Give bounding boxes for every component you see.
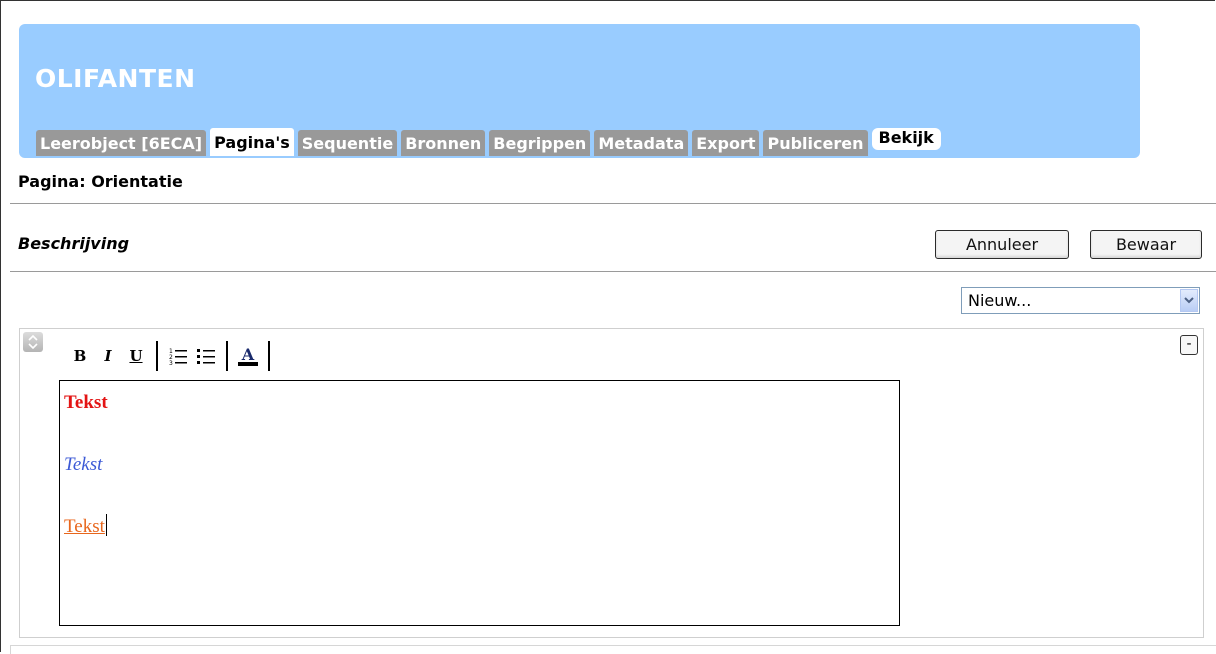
bold-icon[interactable]: B (66, 343, 94, 369)
text-line-underline: Tekst (64, 516, 105, 537)
rich-text-area[interactable]: Tekst Tekst Tekst (59, 380, 900, 626)
header-banner: OLIFANTEN Leerobject [6ECA] Pagina's Seq… (19, 24, 1140, 158)
divider (10, 203, 1216, 204)
svg-text:3: 3 (169, 360, 173, 365)
section-title: Beschrijving (18, 234, 130, 253)
text-line-bold: Tekst (64, 392, 108, 413)
app-title: OLIFANTEN (35, 64, 196, 93)
bullet-list-icon[interactable] (192, 343, 220, 369)
cancel-button[interactable]: Annuleer (935, 230, 1069, 259)
tab-paginas[interactable]: Pagina's (210, 128, 294, 156)
text-line-italic: Tekst (64, 454, 103, 475)
underline-icon[interactable]: U (122, 343, 150, 369)
tab-bekijk[interactable]: Bekijk (871, 128, 941, 150)
editor-toolbar: B I U 1 2 3 A (66, 341, 276, 371)
toolbar-separator (268, 341, 270, 371)
toolbar-separator (226, 341, 228, 371)
svg-text:A: A (241, 345, 255, 364)
ordered-list-icon[interactable]: 1 2 3 (164, 343, 192, 369)
new-item-select-value: Nieuw... (968, 291, 1032, 310)
tab-bar: Leerobject [6ECA] Pagina's Sequentie Bro… (36, 128, 941, 156)
toolbar-separator (156, 341, 158, 371)
text-cursor (105, 514, 107, 536)
italic-icon[interactable]: I (94, 343, 122, 369)
tab-bronnen[interactable]: Bronnen (401, 130, 486, 156)
text-color-icon[interactable]: A (234, 343, 262, 369)
save-button[interactable]: Bewaar (1090, 230, 1202, 259)
page-title: Pagina: Orientatie (18, 172, 183, 191)
tab-sequentie[interactable]: Sequentie (297, 130, 398, 156)
drag-handle-icon[interactable] (23, 332, 43, 352)
editor-panel: - B I U 1 2 3 A Tekst Tekst Tekst (19, 328, 1204, 638)
tab-metadata[interactable]: Metadata (594, 130, 689, 156)
collapse-button[interactable]: - (1180, 335, 1198, 355)
tab-begrippen[interactable]: Begrippen (489, 130, 591, 156)
tab-export[interactable]: Export (692, 130, 760, 156)
tab-leerobject[interactable]: Leerobject [6ECA] (36, 130, 207, 156)
divider (10, 271, 1216, 272)
tab-publiceren[interactable]: Publiceren (763, 130, 868, 156)
new-item-select[interactable]: Nieuw... (961, 287, 1200, 314)
text-line-underline-wrap: Tekst (64, 514, 107, 538)
chevron-down-icon[interactable] (1180, 289, 1198, 312)
